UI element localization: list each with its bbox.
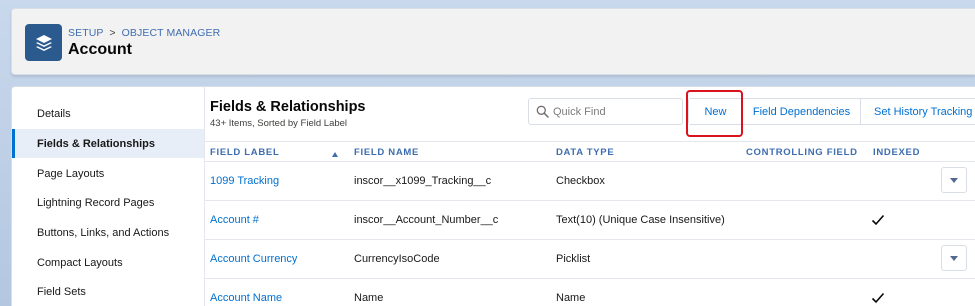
set-history-tracking-button[interactable]: Set History Tracking [861,99,975,124]
section-title: Fields & Relationships [210,99,366,115]
column-header-field-name[interactable]: FIELD NAME [354,147,419,158]
new-button[interactable]: New [689,99,743,124]
chevron-down-icon [950,255,958,261]
column-header-indexed[interactable]: INDEXED [873,147,920,158]
breadcrumb-setup[interactable]: SETUP [68,27,103,39]
checkmark-icon [871,214,885,226]
search-icon [536,105,549,118]
checkmark-icon [871,292,885,304]
data-type: Text(10) (Unique Case Insensitive) [556,214,725,226]
table-row: Account Name Name Name [205,279,975,306]
breadcrumb-separator: > [109,27,116,39]
sidebar-item-lightning-record-pages[interactable]: Lightning Record Pages [12,188,204,217]
table-row: Account # inscor__Account_Number__c Text… [205,201,975,240]
data-type: Checkbox [556,175,605,187]
row-actions-button[interactable] [941,167,967,193]
field-name: inscor__Account_Number__c [354,214,499,226]
breadcrumb-object-manager[interactable]: OBJECT MANAGER [122,27,221,39]
data-type: Name [556,292,586,304]
breadcrumb: SETUP > OBJECT MANAGER [68,27,220,39]
sidebar-item-compact-layouts[interactable]: Compact Layouts [12,248,204,277]
layers-icon [25,24,62,61]
sidebar-item-buttons-links-actions[interactable]: Buttons, Links, and Actions [12,218,204,247]
sort-ascending-icon[interactable] [332,152,338,157]
field-name: Name [354,292,384,304]
field-name: CurrencyIsoCode [354,253,440,265]
content-area: Fields & Relationships 43+ Items, Sorted… [205,87,975,306]
field-label-link[interactable]: Account Name [210,292,282,304]
object-header: SETUP > OBJECT MANAGER Account [11,8,975,75]
page-title: Account [68,41,132,58]
table-header: FIELD LABEL FIELD NAME DATA TYPE CONTROL… [205,141,975,162]
row-actions-button[interactable] [941,245,967,271]
sidebar-item-fields-relationships[interactable]: Fields & Relationships [12,129,204,158]
table-row: 1099 Tracking inscor__x1099_Tracking__c … [205,162,975,201]
column-header-field-label[interactable]: FIELD LABEL [210,147,279,158]
sidebar-item-page-layouts[interactable]: Page Layouts [12,159,204,188]
field-dependencies-button[interactable]: Field Dependencies [743,99,861,124]
field-name: inscor__x1099_Tracking__c [354,175,492,187]
section-subtitle: 43+ Items, Sorted by Field Label [210,118,348,129]
main-panel: Details Fields & Relationships Page Layo… [11,86,975,306]
chevron-down-icon [950,177,958,183]
action-button-group: New Field Dependencies Set History Track… [688,98,975,125]
field-label-link[interactable]: 1099 Tracking [210,175,279,187]
column-header-controlling-field[interactable]: CONTROLLING FIELD [746,147,858,158]
sidebar-item-details[interactable]: Details [12,99,204,128]
sidebar: Details Fields & Relationships Page Layo… [12,87,205,306]
sidebar-item-field-sets[interactable]: Field Sets [12,277,204,306]
field-label-link[interactable]: Account # [210,214,259,226]
column-header-data-type[interactable]: DATA TYPE [556,147,614,158]
data-type: Picklist [556,253,591,265]
quick-find-input[interactable] [528,98,683,125]
field-label-link[interactable]: Account Currency [210,253,297,265]
table-row: Account Currency CurrencyIsoCode Picklis… [205,240,975,279]
